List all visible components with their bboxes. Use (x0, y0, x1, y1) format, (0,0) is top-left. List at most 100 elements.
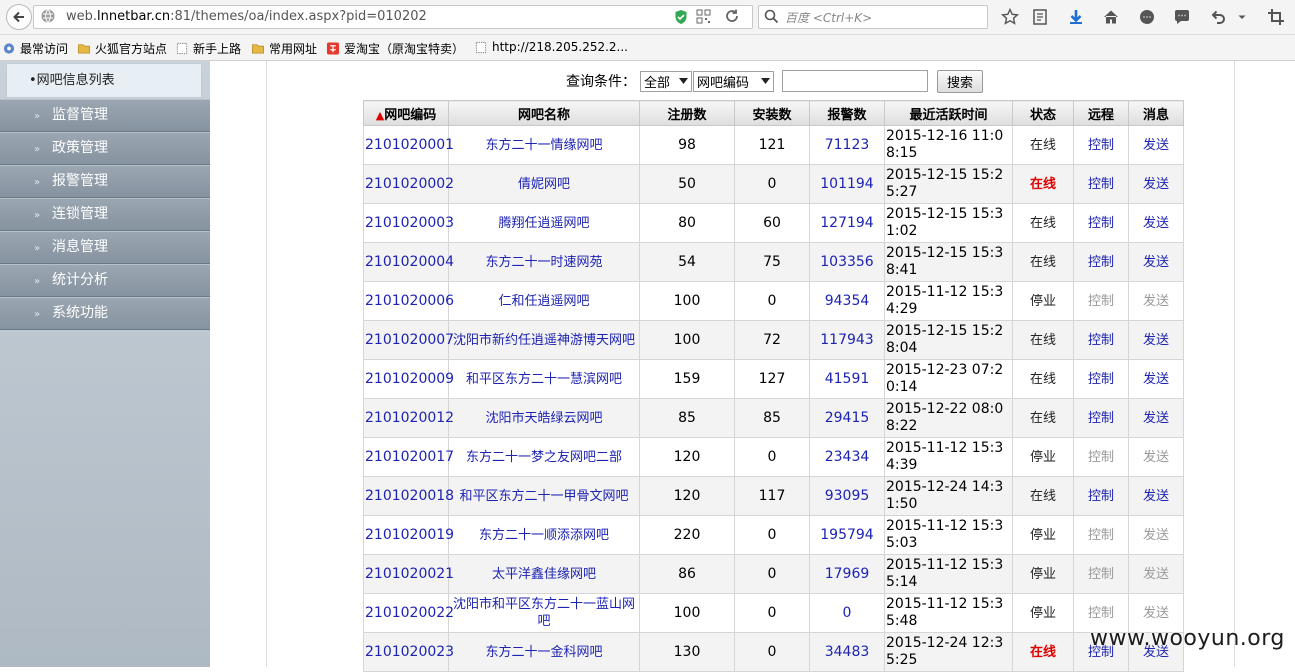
netbar-name-link[interactable]: 和平区东方二十一甲骨文网吧 (448, 476, 640, 516)
remote-control-link[interactable]: 控制 (1073, 476, 1129, 516)
home-icon[interactable] (1101, 7, 1121, 27)
netbar-code-link[interactable]: 2101020002 (363, 164, 454, 204)
alarm-count-link[interactable]: 94354 (809, 281, 885, 321)
remote-control-link[interactable]: 控制 (1073, 398, 1129, 438)
netbar-code-link[interactable]: 2101020019 (363, 515, 454, 555)
send-message-link[interactable]: 发送 (1128, 398, 1184, 438)
netbar-name-link[interactable]: 东方二十一时速网苑 (448, 242, 640, 282)
netbar-name-link[interactable]: 沈阳市和平区东方二十一蓝山网吧 (448, 593, 640, 633)
crop-icon[interactable] (1266, 7, 1286, 27)
qr-code-icon[interactable] (696, 9, 711, 24)
alarm-count-link[interactable]: 0 (809, 593, 885, 633)
back-button[interactable] (6, 4, 32, 30)
send-message-link[interactable]: 发送 (1128, 359, 1184, 399)
netbar-code-link[interactable]: 2101020003 (363, 203, 454, 243)
download-icon[interactable] (1066, 7, 1086, 27)
sidebar-item-chain[interactable]: » 连锁管理 (0, 198, 210, 231)
alarm-count-link[interactable]: 34483 (809, 632, 885, 672)
col-header-remote[interactable]: 远程 (1073, 100, 1129, 126)
sidebar-current-item[interactable]: •网吧信息列表 (6, 63, 202, 98)
netbar-code-link[interactable]: 2101020009 (363, 359, 454, 399)
send-message-link[interactable]: 发送 (1128, 320, 1184, 360)
keyword-input[interactable] (782, 70, 928, 92)
remote-control-link[interactable]: 控制 (1073, 242, 1129, 282)
remote-control-link[interactable]: 控制 (1073, 125, 1129, 165)
remote-control-link[interactable]: 控制 (1073, 320, 1129, 360)
alarm-count-link[interactable]: 29415 (809, 398, 885, 438)
scope-select[interactable]: 全部 (640, 70, 692, 92)
search-box[interactable]: 百度 <Ctrl+K> (758, 5, 988, 29)
netbar-name-link[interactable]: 东方二十一金科网吧 (448, 632, 640, 672)
bookmark-common-sites[interactable]: 常用网址 (251, 40, 317, 57)
col-header-status[interactable]: 状态 (1012, 100, 1074, 126)
col-header-registered[interactable]: 注册数 (639, 100, 735, 126)
sidebar-item-statistics[interactable]: » 统计分析 (0, 264, 210, 297)
alarm-count-link[interactable]: 195794 (809, 515, 885, 555)
send-message-link[interactable]: 发送 (1128, 476, 1184, 516)
alarm-count-link[interactable]: 127194 (809, 203, 885, 243)
bookmark-firefox-site[interactable]: 火狐官方站点 (77, 40, 167, 57)
sidebar-item-message[interactable]: » 消息管理 (0, 231, 210, 264)
remote-control-link[interactable]: 控制 (1073, 164, 1129, 204)
netbar-code-link[interactable]: 2101020022 (363, 593, 454, 633)
netbar-name-link[interactable]: 沈阳市新约任逍遥神游博天网吧 (448, 320, 640, 360)
alarm-count-link[interactable]: 23434 (809, 437, 885, 477)
send-message-link[interactable]: 发送 (1128, 164, 1184, 204)
sidebar-item-alarm[interactable]: » 报警管理 (0, 165, 210, 198)
shield-icon[interactable] (674, 9, 688, 25)
netbar-code-link[interactable]: 2101020006 (363, 281, 454, 321)
remote-control-link[interactable]: 控制 (1073, 359, 1129, 399)
netbar-code-link[interactable]: 2101020017 (363, 437, 454, 477)
chevron-down-icon[interactable] (1236, 7, 1248, 27)
col-header-last-active[interactable]: 最近活跃时间 (884, 100, 1013, 126)
netbar-name-link[interactable]: 东方二十一梦之友网吧二部 (448, 437, 640, 477)
col-header-installed[interactable]: 安装数 (734, 100, 810, 126)
netbar-code-link[interactable]: 2101020018 (363, 476, 454, 516)
netbar-name-link[interactable]: 仁和任逍遥网吧 (448, 281, 640, 321)
netbar-code-link[interactable]: 2101020001 (363, 125, 454, 165)
col-header-alarms[interactable]: 报警数 (809, 100, 885, 126)
send-message-link[interactable]: 发送 (1128, 125, 1184, 165)
alarm-count-link[interactable]: 71123 (809, 125, 885, 165)
netbar-name-link[interactable]: 太平洋鑫佳缘网吧 (448, 554, 640, 594)
col-header-message[interactable]: 消息 (1128, 100, 1184, 126)
sidebar-item-system[interactable]: » 系统功能 (0, 297, 210, 330)
bookmark-getting-started[interactable]: 新手上路 (175, 40, 241, 57)
netbar-name-link[interactable]: 倩妮网吧 (448, 164, 640, 204)
address-bar[interactable]: web.lnnetbar.cn:81/themes/oa/index.aspx?… (33, 5, 753, 29)
bookmark-most-visited[interactable]: 最常访问 (2, 40, 68, 57)
reload-icon[interactable] (724, 8, 740, 24)
col-header-name[interactable]: 网吧名称 (448, 100, 640, 126)
col-header-code[interactable]: ▲网吧编码 (363, 100, 449, 126)
alarm-count-link[interactable]: 93095 (809, 476, 885, 516)
netbar-code-link[interactable]: 2101020012 (363, 398, 454, 438)
sidebar-item-policy[interactable]: » 政策管理 (0, 132, 210, 165)
search-button[interactable]: 搜索 (937, 69, 984, 93)
message-icon[interactable] (1172, 7, 1192, 27)
sidebar-item-supervision[interactable]: » 监督管理 (0, 99, 210, 132)
netbar-code-link[interactable]: 2101020021 (363, 554, 454, 594)
alarm-count-link[interactable]: 41591 (809, 359, 885, 399)
netbar-code-link[interactable]: 2101020023 (363, 632, 454, 672)
bookmark-star-icon[interactable] (1000, 7, 1020, 27)
remote-control-link[interactable]: 控制 (1073, 203, 1129, 243)
netbar-name-link[interactable]: 腾翔任逍遥网吧 (448, 203, 640, 243)
chat-icon[interactable] (1137, 7, 1157, 27)
alarm-count-link[interactable]: 17969 (809, 554, 885, 594)
bookmark-taobao[interactable]: 爱淘宝（原淘宝特卖） (326, 40, 464, 57)
netbar-name-link[interactable]: 东方二十一情缘网吧 (448, 125, 640, 165)
alarm-count-link[interactable]: 101194 (809, 164, 885, 204)
send-message-link[interactable]: 发送 (1128, 203, 1184, 243)
alarm-count-link[interactable]: 117943 (809, 320, 885, 360)
send-message-link[interactable]: 发送 (1128, 242, 1184, 282)
bookmark-ip-link[interactable]: http://218.205.252.2... (474, 40, 628, 54)
netbar-code-link[interactable]: 2101020004 (363, 242, 454, 282)
netbar-name-link[interactable]: 沈阳市天皓绿云网吧 (448, 398, 640, 438)
reading-list-icon[interactable] (1030, 7, 1050, 27)
alarm-count-link[interactable]: 103356 (809, 242, 885, 282)
undo-icon[interactable] (1208, 7, 1228, 27)
netbar-name-link[interactable]: 东方二十一顺添添网吧 (448, 515, 640, 555)
netbar-code-link[interactable]: 2101020007 (363, 320, 454, 360)
field-select[interactable]: 网吧编码 (693, 70, 774, 92)
netbar-name-link[interactable]: 和平区东方二十一慧滨网吧 (448, 359, 640, 399)
